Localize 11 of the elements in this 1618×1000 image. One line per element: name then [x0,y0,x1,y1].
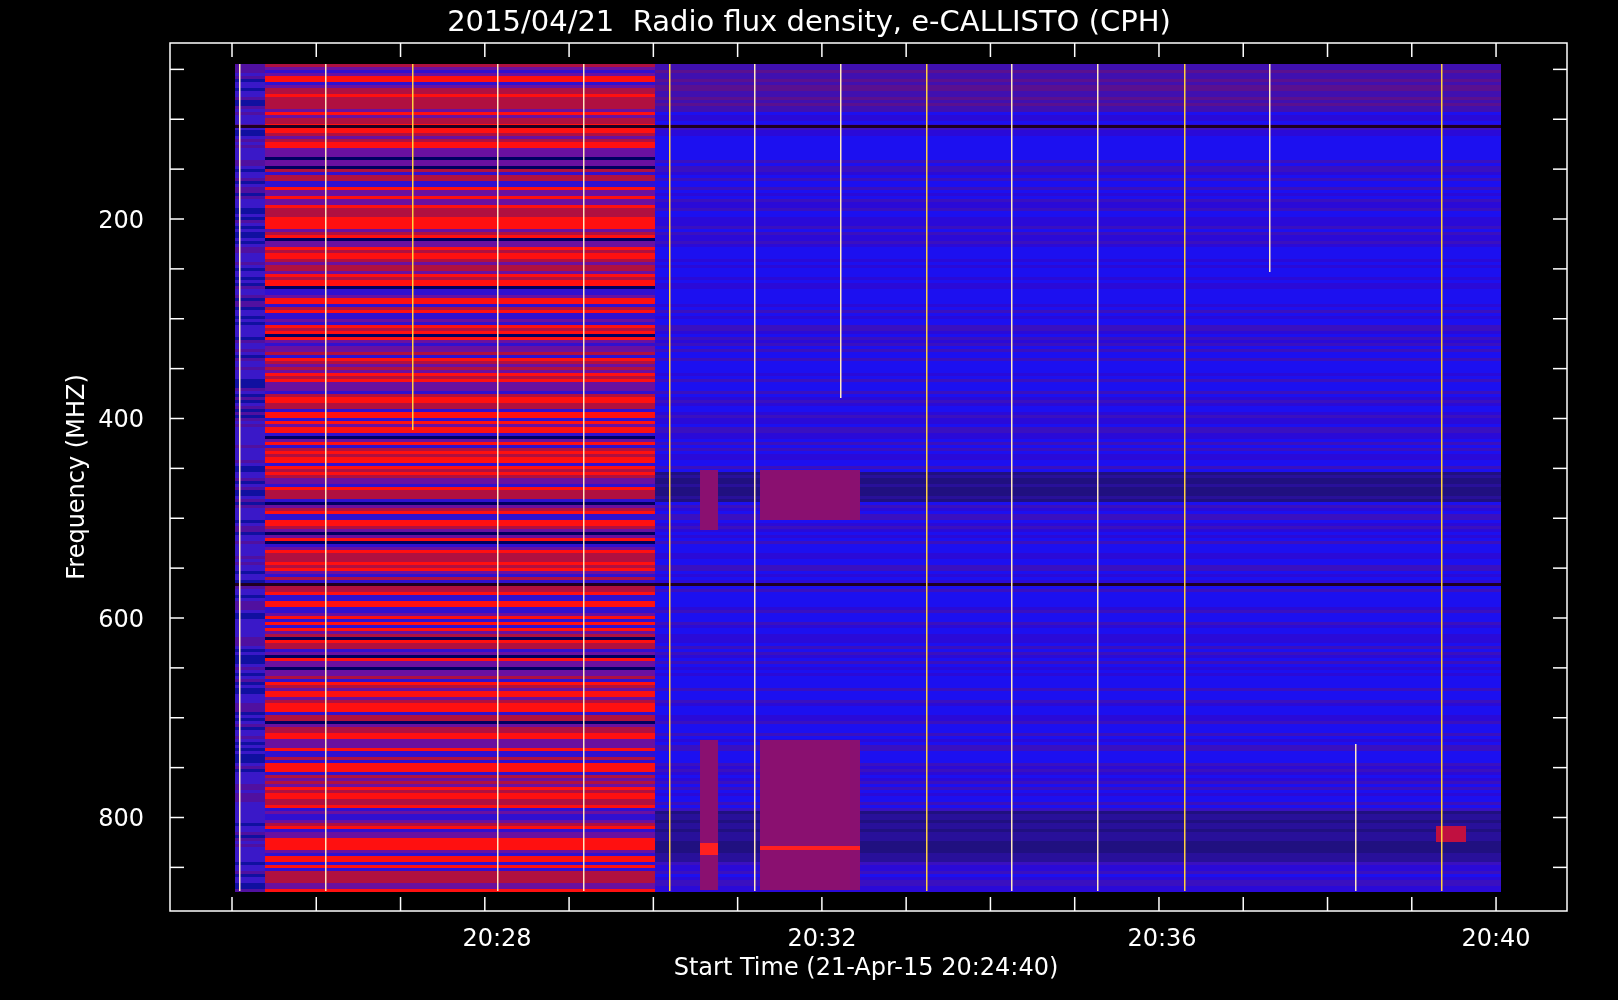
axis-tick-label: 600 [98,605,144,633]
axis-tick-label: 800 [98,804,144,832]
axis-tick-label: 20:32 [787,924,857,952]
chart-title: 2015/04/21 Radio flux density, e-CALLISTO (CPH) [447,4,1171,38]
axis-tick-label: 20:28 [462,924,532,952]
axis-tick-label: 200 [98,206,144,234]
axis-tick-label: 20:40 [1461,924,1531,952]
axis-tick-label: 20:36 [1127,924,1197,952]
axis-title: Start Time (21-Apr-15 20:24:40) [673,953,1059,981]
axis-title: Frequency (MHZ) [62,374,90,580]
axis-tick-label: 400 [98,405,144,433]
